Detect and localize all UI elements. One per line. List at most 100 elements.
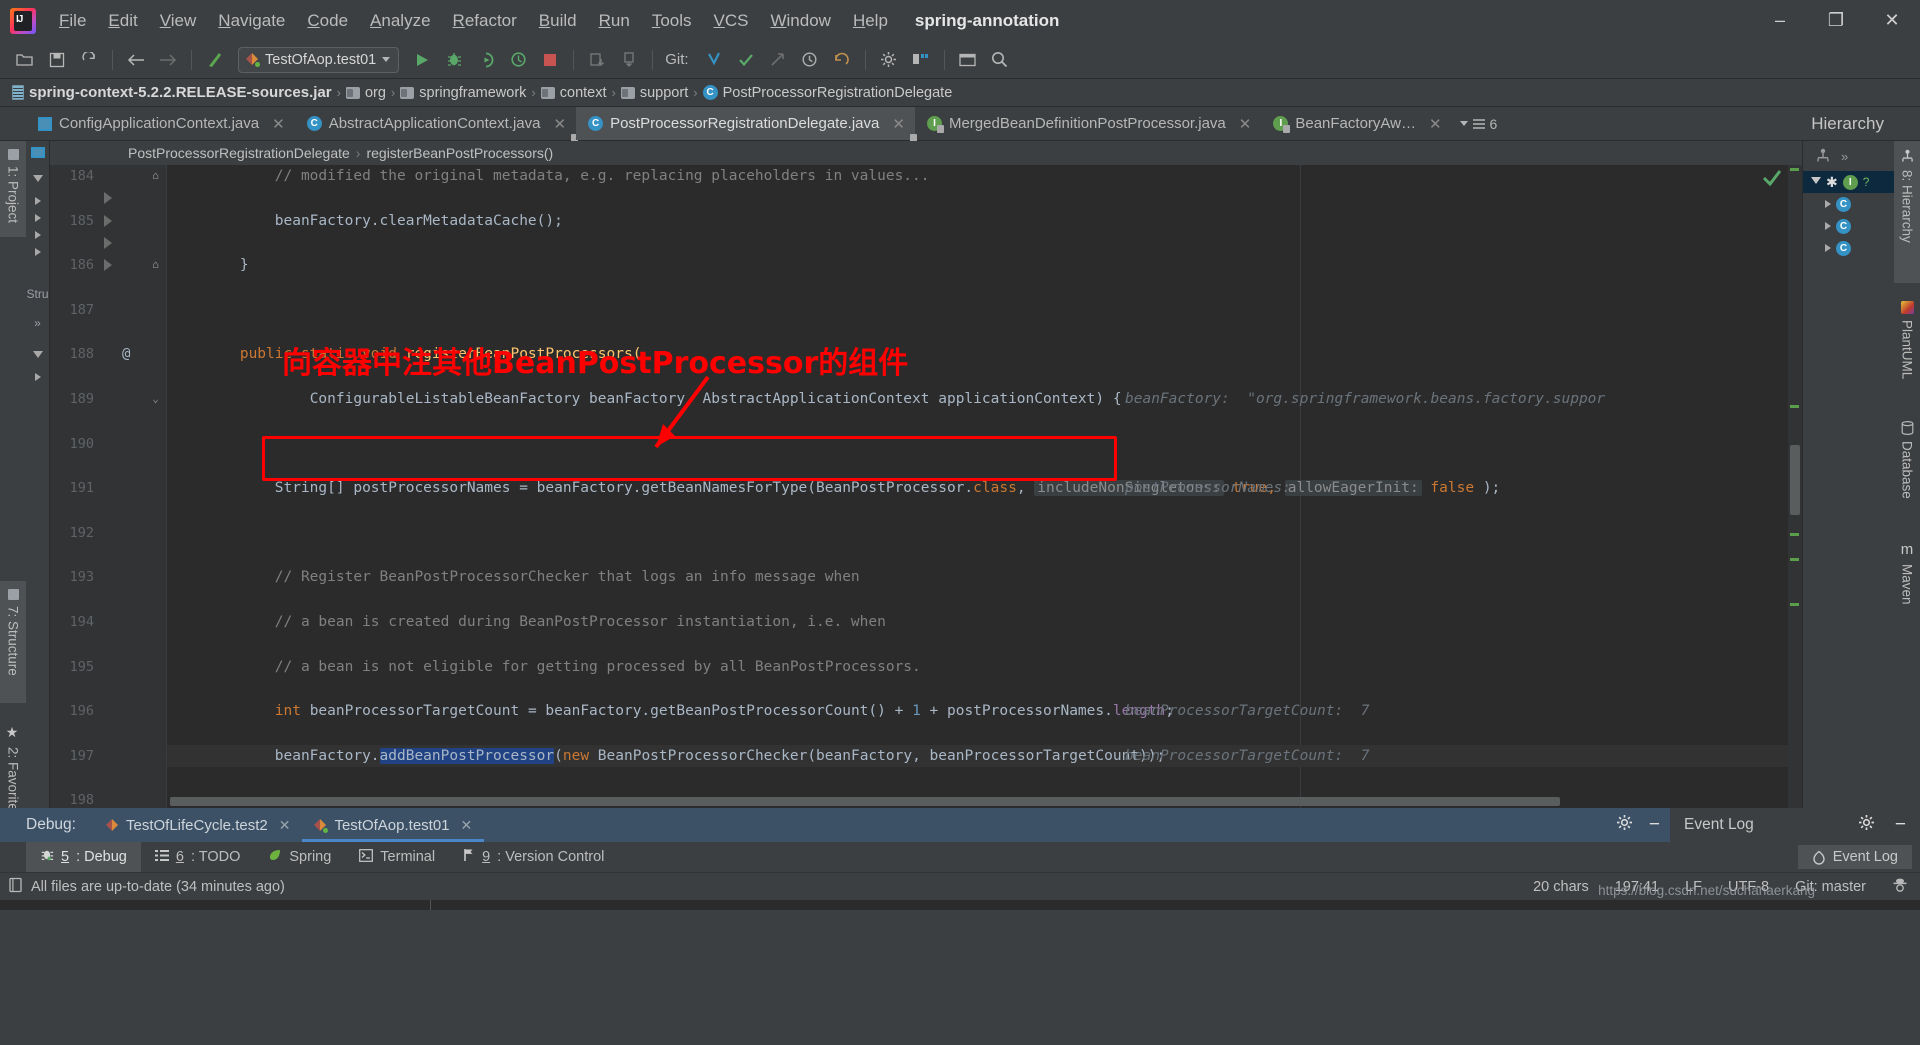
- build-icon[interactable]: [200, 46, 230, 74]
- code-line[interactable]: 186 ⌂ }: [50, 254, 1802, 276]
- maximize-button[interactable]: ❐: [1808, 0, 1864, 41]
- breadcrumb-item[interactable]: springframework: [400, 85, 526, 101]
- chevron-right-icon[interactable]: [34, 373, 41, 381]
- editor-tab[interactable]: I MergedBeanDefinitionPostProcessor.java ✕: [915, 107, 1261, 140]
- code-line[interactable]: 187: [50, 299, 1802, 321]
- error-stripe-gutter[interactable]: [1788, 165, 1802, 808]
- breadcrumb-item[interactable]: context: [540, 85, 607, 101]
- close-icon[interactable]: ✕: [892, 115, 905, 133]
- editor-breadcrumb-class[interactable]: PostProcessorRegistrationDelegate: [128, 145, 350, 161]
- settings-icon[interactable]: [874, 46, 904, 74]
- close-icon[interactable]: ✕: [461, 817, 473, 834]
- sync-icon[interactable]: [74, 46, 104, 74]
- code-line[interactable]: 195 // a bean is not eligible for gettin…: [50, 656, 1802, 678]
- menu-item-edit[interactable]: Edit: [97, 8, 148, 34]
- run-gutter-triangle[interactable]: [104, 192, 112, 205]
- menu-item-tools[interactable]: Tools: [641, 8, 703, 34]
- layout-icon[interactable]: [953, 46, 983, 74]
- minimize-button[interactable]: –: [1752, 0, 1808, 41]
- run-gutter-triangle[interactable]: [104, 214, 112, 227]
- menu-item-file[interactable]: File: [48, 8, 97, 34]
- close-icon[interactable]: ✕: [1239, 115, 1252, 133]
- debug-session-tab[interactable]: TestOfAop.test01 ✕: [302, 808, 485, 842]
- code-line[interactable]: 185 beanFactory.clearMetadataCache();: [50, 210, 1802, 232]
- chevron-right-icon[interactable]: [1825, 200, 1831, 208]
- save-all-icon[interactable]: [42, 46, 72, 74]
- code-line[interactable]: 190: [50, 433, 1802, 455]
- run-configuration-selector[interactable]: TestOfAop.test01: [238, 46, 400, 73]
- sidebar-item-database[interactable]: Database: [1894, 413, 1920, 523]
- code-line[interactable]: 189 ⌄ ConfigurableListableBeanFactory bea…: [50, 388, 1802, 410]
- code-fold-marker[interactable]: ⌂: [150, 165, 161, 187]
- project-tool-window[interactable]: Stru »: [26, 141, 50, 808]
- commit-icon[interactable]: [614, 46, 644, 74]
- gear-icon[interactable]: [1616, 814, 1633, 836]
- menu-item-analyze[interactable]: Analyze: [359, 8, 441, 34]
- open-folder-icon[interactable]: [10, 46, 40, 74]
- close-icon[interactable]: ✕: [272, 115, 285, 133]
- close-icon[interactable]: ✕: [279, 817, 291, 834]
- chevron-right-icon[interactable]: [34, 214, 41, 222]
- search-everywhere-icon[interactable]: [985, 46, 1015, 74]
- close-icon[interactable]: ✕: [1429, 115, 1442, 133]
- run-gutter-triangle[interactable]: [104, 236, 112, 249]
- code-line[interactable]: 191 String[] postProcessorNames = beanFa…: [50, 477, 1802, 499]
- code-fold-marker[interactable]: ⌂: [150, 254, 161, 276]
- forward-arrow-icon[interactable]: [153, 46, 183, 74]
- hierarchy-tool-window[interactable]: » ✱ I ? C C C: [1802, 141, 1894, 808]
- editor-tab[interactable]: C PostProcessorRegistrationDelegate.java ✕: [576, 107, 917, 142]
- menu-item-view[interactable]: View: [149, 8, 208, 34]
- hierarchy-row[interactable]: C: [1803, 215, 1894, 237]
- close-icon[interactable]: ✕: [553, 115, 566, 133]
- status-inspector-icon[interactable]: [1892, 877, 1908, 897]
- hierarchy-icon[interactable]: [1815, 148, 1831, 164]
- chevron-right-icon[interactable]: [34, 248, 41, 256]
- code-line[interactable]: 193 // Register BeanPostProcessorChecker…: [50, 566, 1802, 588]
- bottom-tab[interactable]: Spring: [254, 842, 345, 872]
- code-line[interactable]: 192: [50, 522, 1802, 544]
- menu-item-help[interactable]: Help: [842, 8, 899, 34]
- run-with-coverage-icon[interactable]: [471, 46, 501, 74]
- menu-item-window[interactable]: Window: [759, 8, 841, 34]
- chevron-right-icon[interactable]: [1825, 244, 1831, 252]
- minimize-icon[interactable]: −: [1895, 815, 1906, 834]
- sidebar-item-hierarchy[interactable]: 8: Hierarchy: [1894, 141, 1920, 283]
- history-icon[interactable]: [795, 46, 825, 74]
- breadcrumb-item[interactable]: spring-context-5.2.2.RELEASE-sources.jar: [12, 84, 332, 101]
- menu-item-navigate[interactable]: Navigate: [207, 8, 296, 34]
- bottom-tab[interactable]: 9: Version Control: [449, 842, 618, 872]
- gear-icon[interactable]: [1858, 814, 1875, 836]
- chevron-down-icon[interactable]: [1811, 176, 1821, 188]
- sidebar-item-structure[interactable]: 7: Structure: [0, 581, 26, 703]
- editor-tab[interactable]: C AbstractApplicationContext.java ✕: [295, 107, 579, 142]
- update-project-icon[interactable]: [582, 46, 612, 74]
- git-push-icon[interactable]: [763, 46, 793, 74]
- sidebar-item-plantuml[interactable]: PlantUML: [1894, 293, 1920, 403]
- debug-session-tab[interactable]: TestOfLifeCycle.test2 ✕: [94, 808, 302, 842]
- chevron-right-icon[interactable]: [34, 231, 41, 239]
- code-line[interactable]: 197 beanFactory.addBeanPostProcessor(new…: [50, 744, 1802, 768]
- debug-icon[interactable]: [439, 46, 469, 74]
- bottom-tab[interactable]: 5: Debug: [26, 842, 141, 872]
- inspection-ok-icon[interactable]: [1762, 169, 1782, 191]
- profile-icon[interactable]: [503, 46, 533, 74]
- chevron-right-icon[interactable]: [1825, 222, 1831, 230]
- run-gutter-triangle[interactable]: [104, 259, 112, 272]
- expand-icon[interactable]: »: [34, 316, 41, 330]
- hierarchy-row[interactable]: ✱ I ?: [1803, 171, 1894, 193]
- bottom-tab[interactable]: Terminal: [345, 842, 449, 872]
- bottom-tab[interactable]: 6: TODO: [141, 842, 255, 872]
- run-icon[interactable]: [407, 46, 437, 74]
- git-update-icon[interactable]: [699, 46, 729, 74]
- editor-scrollbar-thumb[interactable]: [1790, 445, 1800, 515]
- tab-overflow-button[interactable]: 6: [1452, 107, 1506, 140]
- menu-item-refactor[interactable]: Refactor: [442, 8, 528, 34]
- editor-tab[interactable]: ConfigApplicationContext.java ✕: [26, 107, 295, 140]
- breadcrumb-item[interactable]: org: [345, 85, 386, 101]
- annotation-gutter-marker[interactable]: @: [122, 343, 130, 365]
- code-line[interactable]: 184 ⌂ // modified the original metadata, …: [50, 165, 1802, 187]
- stop-icon[interactable]: [535, 46, 565, 74]
- chevron-right-icon[interactable]: [34, 197, 41, 205]
- sidebar-item-maven[interactable]: m Maven: [1894, 533, 1920, 625]
- hierarchy-row[interactable]: C: [1803, 193, 1894, 215]
